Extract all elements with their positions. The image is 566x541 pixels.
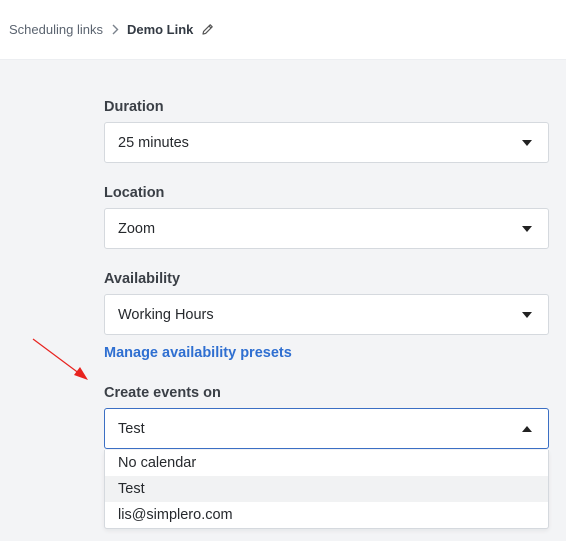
location-value: Zoom bbox=[118, 220, 156, 237]
availability-select[interactable]: Working Hours bbox=[104, 294, 549, 335]
create-events-select[interactable]: Test bbox=[104, 408, 549, 449]
caret-down-icon bbox=[522, 139, 532, 146]
breadcrumb-current: Demo Link bbox=[126, 22, 194, 37]
red-arrow-annotation bbox=[30, 336, 92, 389]
caret-up-icon bbox=[522, 425, 532, 432]
manage-availability-presets-link[interactable]: Manage availability presets bbox=[104, 345, 292, 361]
duration-select[interactable]: 25 minutes bbox=[104, 122, 549, 163]
availability-label: Availability bbox=[104, 271, 181, 287]
duration-value: 25 minutes bbox=[118, 134, 189, 151]
caret-down-icon bbox=[522, 225, 532, 232]
location-select[interactable]: Zoom bbox=[104, 208, 549, 249]
chevron-right-icon bbox=[112, 24, 119, 35]
create-events-label: Create events on bbox=[104, 385, 221, 401]
dropdown-option[interactable]: Test bbox=[105, 476, 548, 502]
create-events-dropdown: No calendar Test lis@simplero.com bbox=[104, 450, 549, 529]
availability-value: Working Hours bbox=[118, 306, 214, 323]
dropdown-option[interactable]: No calendar bbox=[105, 450, 548, 476]
create-events-value: Test bbox=[118, 420, 145, 437]
pencil-icon[interactable] bbox=[201, 23, 214, 36]
header-bar: Scheduling links Demo Link bbox=[0, 0, 566, 60]
duration-label: Duration bbox=[104, 99, 164, 115]
caret-down-icon bbox=[522, 311, 532, 318]
location-label: Location bbox=[104, 185, 165, 201]
dropdown-option[interactable]: lis@simplero.com bbox=[105, 502, 548, 528]
breadcrumb-parent-link[interactable]: Scheduling links bbox=[9, 22, 103, 37]
